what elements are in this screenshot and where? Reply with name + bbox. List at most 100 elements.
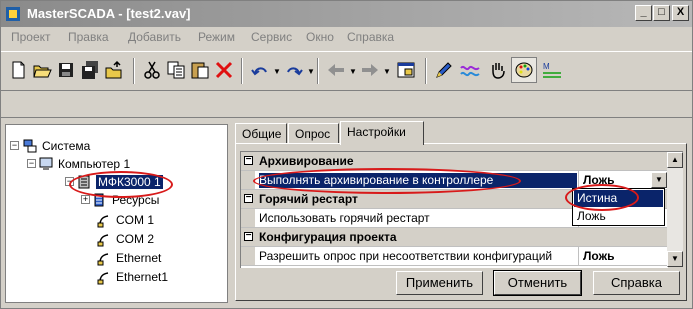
- tree-item-ethernet[interactable]: Ethernet: [96, 249, 161, 267]
- maximize-button[interactable]: □: [653, 5, 670, 21]
- collapse-icon[interactable]: −: [10, 141, 19, 150]
- open-icon[interactable]: [31, 59, 53, 81]
- menu-service[interactable]: Сервис: [251, 30, 292, 44]
- property-name: Использовать горячий рестарт: [259, 211, 430, 225]
- tree-label-device: МФК3000 1: [96, 175, 163, 189]
- title-bar[interactable]: MasterSCADA - [test2.vav] _ □ X: [1, 1, 692, 27]
- scroll-up-icon[interactable]: ▲: [667, 152, 683, 168]
- controller-icon: [78, 175, 90, 189]
- toolbar-separator: [317, 58, 319, 84]
- category-config[interactable]: − Конфигурация проекта: [241, 228, 668, 247]
- tree-label-system: Система: [42, 139, 91, 153]
- category-label: Конфигурация проекта: [259, 230, 397, 244]
- collapse-icon[interactable]: −: [27, 159, 36, 168]
- menu-add[interactable]: Добавить: [128, 30, 181, 44]
- minimize-button[interactable]: _: [635, 5, 652, 21]
- tree-label-ethernet1: Ethernet1: [116, 270, 169, 284]
- category-archive[interactable]: − Архивирование: [241, 152, 668, 171]
- port-icon: [97, 215, 109, 228]
- wave-icon[interactable]: [459, 59, 481, 81]
- menu-mode[interactable]: Режим: [198, 30, 235, 44]
- window-icon[interactable]: [395, 59, 417, 81]
- collapse-icon[interactable]: −: [65, 177, 74, 186]
- delete-icon[interactable]: [213, 59, 235, 81]
- menu-edit[interactable]: Правка: [68, 30, 109, 44]
- forward-dropdown-arrow-icon[interactable]: ▼: [383, 67, 391, 76]
- close-button[interactable]: X: [672, 5, 689, 21]
- paste-icon[interactable]: [189, 59, 211, 81]
- collapse-icon[interactable]: −: [244, 155, 253, 165]
- save-all-icon[interactable]: [79, 59, 101, 81]
- row-gutter: [241, 171, 255, 189]
- back-icon[interactable]: [325, 59, 347, 81]
- tree-item-com2[interactable]: COM 2: [96, 230, 154, 248]
- masterscada-app-icon: [6, 7, 20, 21]
- port-icon: [97, 234, 109, 247]
- column-divider: [578, 247, 579, 266]
- menu-help[interactable]: Справка: [347, 30, 394, 44]
- apply-button[interactable]: Применить: [396, 271, 483, 295]
- new-icon[interactable]: [7, 59, 29, 81]
- window-title: MasterSCADA - [test2.vav]: [27, 6, 191, 21]
- toolbar-separator: [133, 58, 135, 84]
- property-value[interactable]: Ложь: [583, 173, 614, 187]
- menu-project[interactable]: Проект: [11, 30, 51, 44]
- port-icon: [97, 253, 109, 266]
- redo-icon[interactable]: [283, 59, 305, 81]
- hand-icon[interactable]: [487, 59, 509, 81]
- help-button[interactable]: Справка: [593, 271, 680, 295]
- property-name: Выполнять архивирование в контроллере: [259, 173, 577, 188]
- scroll-down-icon[interactable]: ▼: [667, 251, 683, 267]
- toolbar-separator: [425, 58, 427, 84]
- cancel-button[interactable]: Отменить: [493, 270, 582, 296]
- dropdown-option-true[interactable]: Истина: [574, 190, 663, 207]
- tree-item-ethernet1[interactable]: Ethernet1: [96, 268, 168, 286]
- resources-icon: [94, 193, 104, 207]
- menu-bar: Проект Правка Добавить Режим Сервис Окно…: [1, 27, 692, 47]
- tree-label-ethernet: Ethernet: [116, 251, 162, 265]
- pen-icon[interactable]: [433, 59, 455, 81]
- tree-label-com1: COM 1: [116, 213, 155, 227]
- secondary-toolbar: [1, 93, 692, 118]
- property-row-config[interactable]: Разрешить опрос при несоответствии конфи…: [241, 247, 668, 266]
- dropdown-option-false[interactable]: Ложь: [574, 208, 663, 225]
- main-window: MasterSCADA - [test2.vav] _ □ X Проект П…: [0, 0, 693, 309]
- tab-polling[interactable]: Опрос: [288, 123, 339, 143]
- tree-item-resources[interactable]: Ресурсы: [92, 191, 159, 209]
- computer-icon: [39, 157, 53, 170]
- undo-dropdown-arrow-icon[interactable]: ▼: [273, 67, 281, 76]
- tree-item-device[interactable]: МФК3000 1: [76, 173, 163, 191]
- project-tree[interactable]: − Система − Компьютер 1 − МФК3000 1 + Ре…: [5, 124, 228, 303]
- tree-item-computer[interactable]: Компьютер 1: [38, 155, 130, 173]
- forward-icon[interactable]: [359, 59, 381, 81]
- tree-label-computer: Компьютер 1: [58, 157, 131, 171]
- vertical-scrollbar[interactable]: ▲ ▼: [667, 151, 683, 267]
- folder-up-icon[interactable]: [103, 59, 125, 81]
- back-dropdown-arrow-icon[interactable]: ▼: [349, 67, 357, 76]
- toolbar-separator: [241, 58, 243, 84]
- category-label: Архивирование: [259, 154, 354, 168]
- redo-dropdown-arrow-icon[interactable]: ▼: [307, 67, 315, 76]
- tree-item-com1[interactable]: COM 1: [96, 211, 154, 229]
- collapse-icon[interactable]: −: [244, 231, 253, 241]
- tab-general[interactable]: Общие: [235, 123, 287, 143]
- expand-icon[interactable]: +: [81, 195, 90, 204]
- palette-icon[interactable]: [511, 57, 537, 83]
- chart-icon[interactable]: M: [541, 59, 563, 81]
- svg-text:M: M: [543, 62, 550, 71]
- tree-item-system[interactable]: Система: [22, 137, 90, 155]
- undo-icon[interactable]: [249, 59, 271, 81]
- copy-icon[interactable]: [165, 59, 187, 81]
- property-value[interactable]: Ложь: [583, 249, 614, 263]
- tree-label-resources: Ресурсы: [112, 193, 160, 207]
- system-icon: [23, 139, 37, 153]
- collapse-icon[interactable]: −: [244, 193, 253, 203]
- cut-icon[interactable]: [141, 59, 163, 81]
- chevron-down-icon[interactable]: ▼: [651, 172, 667, 188]
- port-icon: [97, 272, 109, 285]
- tab-settings[interactable]: Настройки: [340, 121, 424, 145]
- property-name: Разрешить опрос при несоответствии конфи…: [259, 249, 553, 263]
- save-icon[interactable]: [55, 59, 77, 81]
- value-dropdown-list[interactable]: Истина Ложь: [572, 188, 665, 226]
- menu-window[interactable]: Окно: [306, 30, 334, 44]
